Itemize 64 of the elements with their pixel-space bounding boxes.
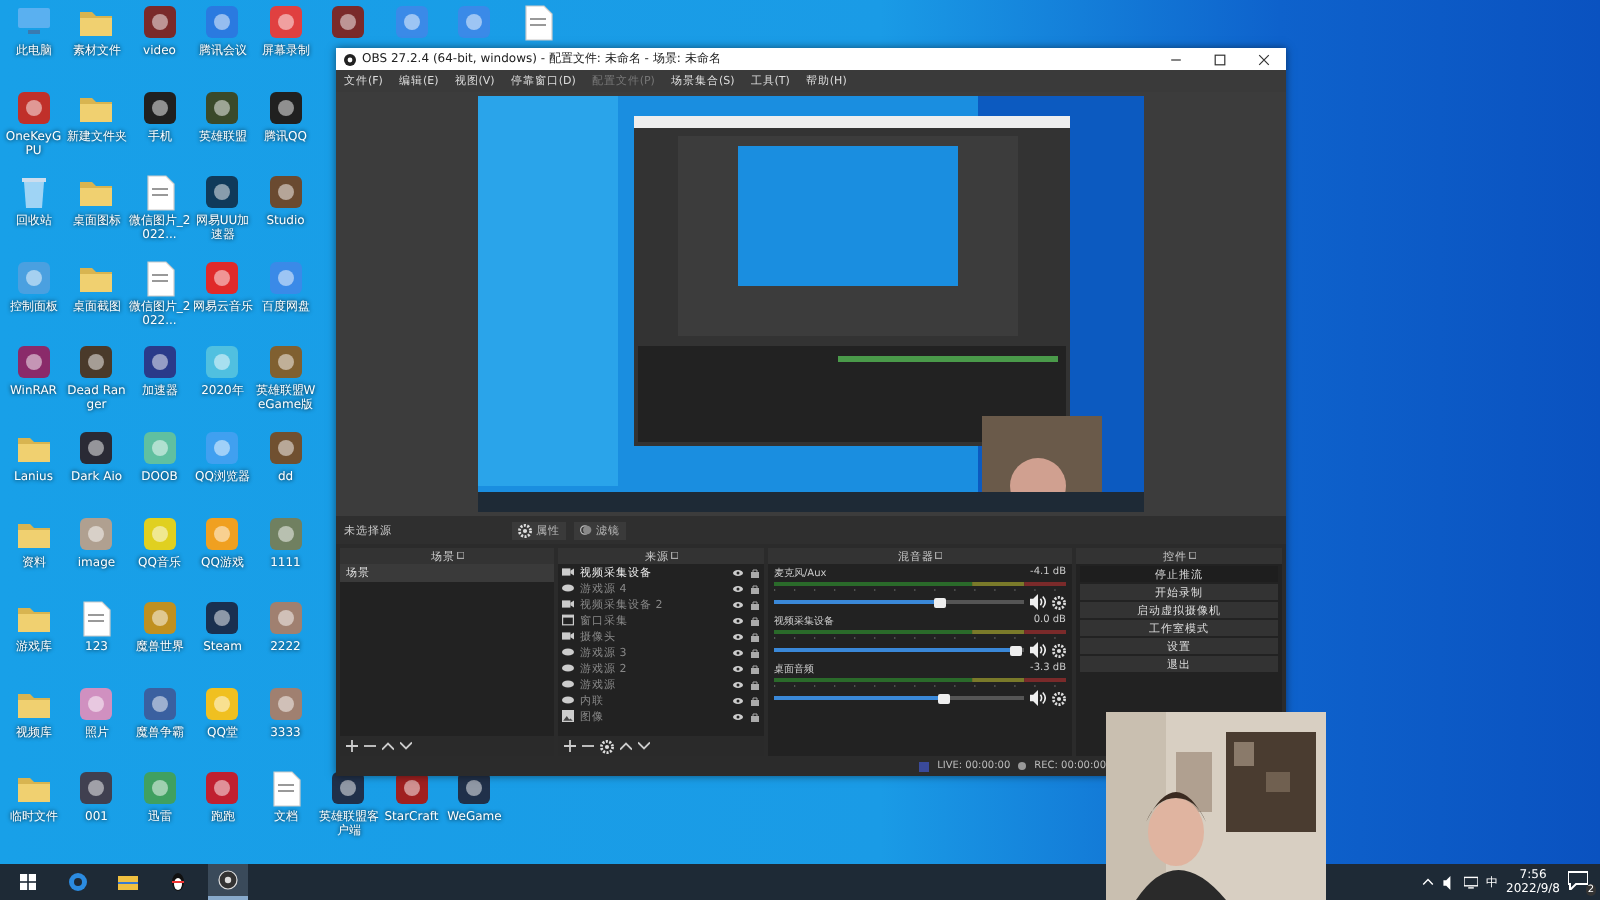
network-icon	[1464, 875, 1479, 889]
camera-icon	[562, 566, 574, 578]
eye-icon	[732, 711, 744, 721]
eye-icon	[732, 647, 744, 657]
eye-icon	[732, 615, 744, 625]
mute-button[interactable]	[1030, 690, 1046, 706]
down-icon	[638, 740, 650, 752]
lock-icon	[750, 663, 760, 673]
eye-icon	[732, 583, 744, 593]
speaker-icon	[1030, 642, 1046, 658]
add-icon	[564, 740, 576, 752]
settings-icon	[1052, 643, 1066, 657]
add-icon	[346, 740, 358, 752]
eye-icon	[732, 599, 744, 609]
up-icon	[382, 740, 394, 752]
record-dot-icon	[1018, 762, 1027, 770]
minimize-icon	[1170, 53, 1182, 65]
remove-icon	[582, 740, 594, 752]
browser-icon	[68, 872, 88, 892]
settings-icon	[1052, 691, 1066, 705]
camera-icon	[562, 598, 574, 610]
gamepad-icon	[562, 582, 574, 594]
mute-button[interactable]	[1030, 642, 1046, 658]
settings-icon	[518, 523, 532, 537]
popout-icon	[1187, 552, 1195, 560]
close-icon	[1258, 53, 1270, 65]
popout-icon	[455, 552, 463, 560]
eye-icon	[732, 679, 744, 689]
camera-icon	[562, 630, 574, 642]
lock-icon	[750, 679, 760, 689]
image-icon	[562, 710, 574, 722]
filter-icon	[580, 524, 592, 536]
speaker-icon	[1030, 594, 1046, 610]
chevron-up-icon	[1422, 876, 1435, 888]
window-icon	[562, 614, 574, 626]
remove-icon	[364, 740, 376, 752]
settings-icon	[1052, 595, 1066, 609]
lock-icon	[750, 583, 760, 593]
up-icon	[620, 740, 632, 752]
eye-icon	[732, 663, 744, 673]
lock-icon	[750, 567, 760, 577]
mute-button[interactable]	[1030, 594, 1046, 610]
message-icon	[1568, 870, 1588, 890]
taskbar-button[interactable]	[208, 864, 248, 900]
lock-icon	[750, 695, 760, 705]
eye-icon	[732, 567, 744, 577]
speaker-icon	[1030, 690, 1046, 706]
popout-icon	[934, 552, 942, 560]
app-icon	[344, 53, 356, 65]
lock-icon	[750, 615, 760, 625]
settings-icon	[600, 739, 614, 753]
maximize-icon	[1214, 53, 1226, 65]
lock-icon	[750, 599, 760, 609]
eye-icon	[732, 695, 744, 705]
lock-icon	[750, 631, 760, 641]
eye-icon	[732, 631, 744, 641]
popout-icon	[669, 552, 677, 560]
lock-icon	[750, 647, 760, 657]
windows-icon	[20, 874, 36, 890]
penguin-icon	[168, 872, 188, 892]
record-icon	[218, 870, 238, 890]
lock-icon	[750, 711, 760, 721]
folder-icon	[118, 872, 138, 892]
down-icon	[400, 740, 412, 752]
